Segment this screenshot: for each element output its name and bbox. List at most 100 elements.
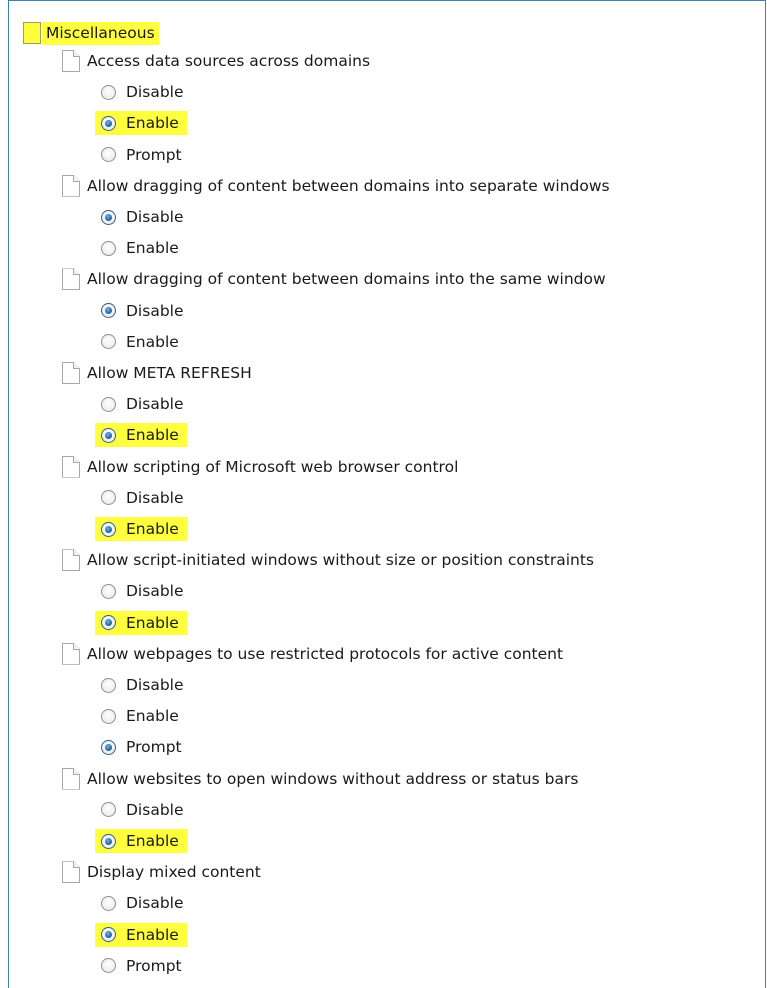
option-label: Enable: [126, 925, 179, 944]
option-label: Enable: [126, 332, 179, 351]
settings-tree: Miscellaneous Access data sources across…: [8, 0, 766, 988]
radio-checked-icon[interactable]: [101, 427, 116, 443]
radio-option-enable[interactable]: Enable: [95, 421, 187, 449]
setting-row[interactable]: Allow scripting of Microsoft web browser…: [62, 453, 458, 481]
radio-unchecked-icon[interactable]: [101, 583, 116, 599]
setting-doc-icon: [62, 642, 80, 665]
radio-unchecked-icon[interactable]: [101, 396, 116, 412]
folder-icon: [23, 22, 41, 44]
setting-row[interactable]: Access data sources across domains: [62, 47, 370, 75]
radio-checked-icon[interactable]: [101, 739, 116, 755]
option-wrap: Disable: [101, 581, 184, 601]
radio-option-prompt[interactable]: Prompt: [101, 733, 182, 761]
setting-row[interactable]: Allow dragging of content between domain…: [62, 172, 610, 200]
radio-option-disable[interactable]: Disable: [101, 78, 184, 106]
radio-option-enable[interactable]: Enable: [95, 921, 187, 949]
option-wrap: Disable: [101, 893, 184, 913]
setting-label: Allow scripting of Microsoft web browser…: [87, 457, 459, 476]
radio-unchecked-icon[interactable]: [101, 895, 116, 911]
setting-row[interactable]: Allow script-initiated windows without s…: [62, 546, 594, 574]
setting-label: Allow dragging of content between domain…: [87, 270, 606, 289]
radio-option-enable[interactable]: Enable: [95, 515, 187, 543]
radio-unchecked-icon[interactable]: [101, 677, 116, 693]
radio-unchecked-icon[interactable]: [101, 490, 116, 506]
radio-checked-icon[interactable]: [101, 615, 116, 631]
setting-doc-icon: [62, 549, 80, 572]
radio-option-disable[interactable]: Disable: [101, 577, 184, 605]
setting-row[interactable]: Allow META REFRESH: [62, 359, 252, 387]
option-label: Enable: [126, 239, 179, 258]
setting-doc-icon: [62, 50, 80, 72]
option-wrap: Enable: [101, 238, 179, 258]
setting-row[interactable]: Allow dragging of content between domain…: [62, 265, 606, 293]
highlighted-option: Enable: [95, 517, 187, 541]
option-wrap: Disable: [101, 488, 184, 508]
setting-label: Allow webpages to use restricted protoco…: [87, 644, 564, 663]
option-label: Disable: [126, 83, 184, 102]
radio-option-disable[interactable]: Disable: [101, 889, 184, 917]
option-label: Prompt: [126, 145, 182, 164]
radio-option-enable[interactable]: Enable: [101, 702, 179, 730]
option-wrap: Disable: [101, 675, 184, 695]
setting-row[interactable]: Allow websites to open windows without a…: [62, 765, 578, 793]
radio-unchecked-icon[interactable]: [101, 240, 116, 256]
option-label: Disable: [126, 208, 184, 226]
radio-option-enable[interactable]: Enable: [95, 827, 187, 855]
setting-doc-icon: [62, 767, 80, 790]
option-label: Prompt: [126, 738, 182, 757]
option-wrap: Prompt: [101, 956, 182, 976]
option-label: Disable: [126, 301, 184, 320]
setting-label: Access data sources across domains: [87, 52, 371, 70]
setting-row[interactable]: Allow webpages to use restricted protoco…: [62, 640, 563, 668]
radio-unchecked-icon[interactable]: [101, 147, 116, 163]
option-wrap: Enable: [101, 706, 179, 726]
setting-label: Allow META REFRESH: [87, 364, 252, 382]
radio-option-disable[interactable]: Disable: [101, 203, 184, 231]
radio-option-disable[interactable]: Disable: [101, 390, 184, 418]
setting-doc-icon: [62, 455, 80, 478]
radio-unchecked-icon[interactable]: [101, 334, 116, 350]
radio-option-enable[interactable]: Enable: [101, 234, 179, 262]
option-wrap: Prompt: [101, 737, 182, 757]
option-label: Disable: [126, 395, 184, 414]
option-label: Enable: [126, 426, 179, 445]
folder-miscellaneous[interactable]: Miscellaneous: [23, 19, 159, 47]
radio-option-enable[interactable]: Enable: [95, 609, 187, 637]
radio-checked-icon[interactable]: [101, 927, 116, 943]
setting-doc-icon: [62, 861, 80, 884]
highlighted-option: Enable: [95, 111, 187, 136]
setting-doc-icon: [62, 174, 80, 197]
radio-option-enable[interactable]: Enable: [101, 328, 179, 356]
option-wrap: Disable: [101, 301, 184, 321]
radio-option-disable[interactable]: Disable: [101, 297, 184, 325]
option-label: Enable: [126, 707, 179, 726]
setting-label: Allow script-initiated windows without s…: [87, 551, 595, 570]
radio-unchecked-icon[interactable]: [101, 708, 116, 724]
radio-option-disable[interactable]: Disable: [101, 671, 184, 699]
radio-checked-icon[interactable]: [101, 303, 116, 319]
option-wrap: Enable: [101, 332, 179, 352]
radio-option-disable[interactable]: Disable: [101, 796, 184, 824]
radio-option-prompt[interactable]: Prompt: [101, 952, 182, 980]
highlighted-option: Enable: [95, 829, 187, 853]
radio-checked-icon[interactable]: [101, 115, 116, 131]
radio-option-prompt[interactable]: Prompt: [101, 141, 182, 169]
radio-option-disable[interactable]: Disable: [101, 484, 184, 512]
folder-label: Miscellaneous: [42, 21, 159, 45]
setting-doc-icon: [62, 268, 80, 291]
setting-row[interactable]: Display mixed content: [62, 858, 261, 886]
option-label: Enable: [126, 832, 179, 850]
option-label: Enable: [126, 613, 179, 632]
radio-unchecked-icon[interactable]: [101, 84, 116, 100]
radio-checked-icon[interactable]: [101, 833, 116, 849]
highlighted-option: Enable: [95, 423, 187, 448]
radio-option-enable[interactable]: Enable: [95, 109, 187, 137]
radio-unchecked-icon[interactable]: [101, 958, 116, 974]
radio-checked-icon[interactable]: [101, 521, 116, 537]
option-label: Disable: [126, 800, 184, 819]
option-wrap: Disable: [101, 800, 184, 820]
option-label: Disable: [126, 676, 184, 694]
radio-checked-icon[interactable]: [101, 209, 116, 225]
radio-unchecked-icon[interactable]: [101, 802, 116, 818]
option-wrap: Disable: [101, 82, 184, 102]
